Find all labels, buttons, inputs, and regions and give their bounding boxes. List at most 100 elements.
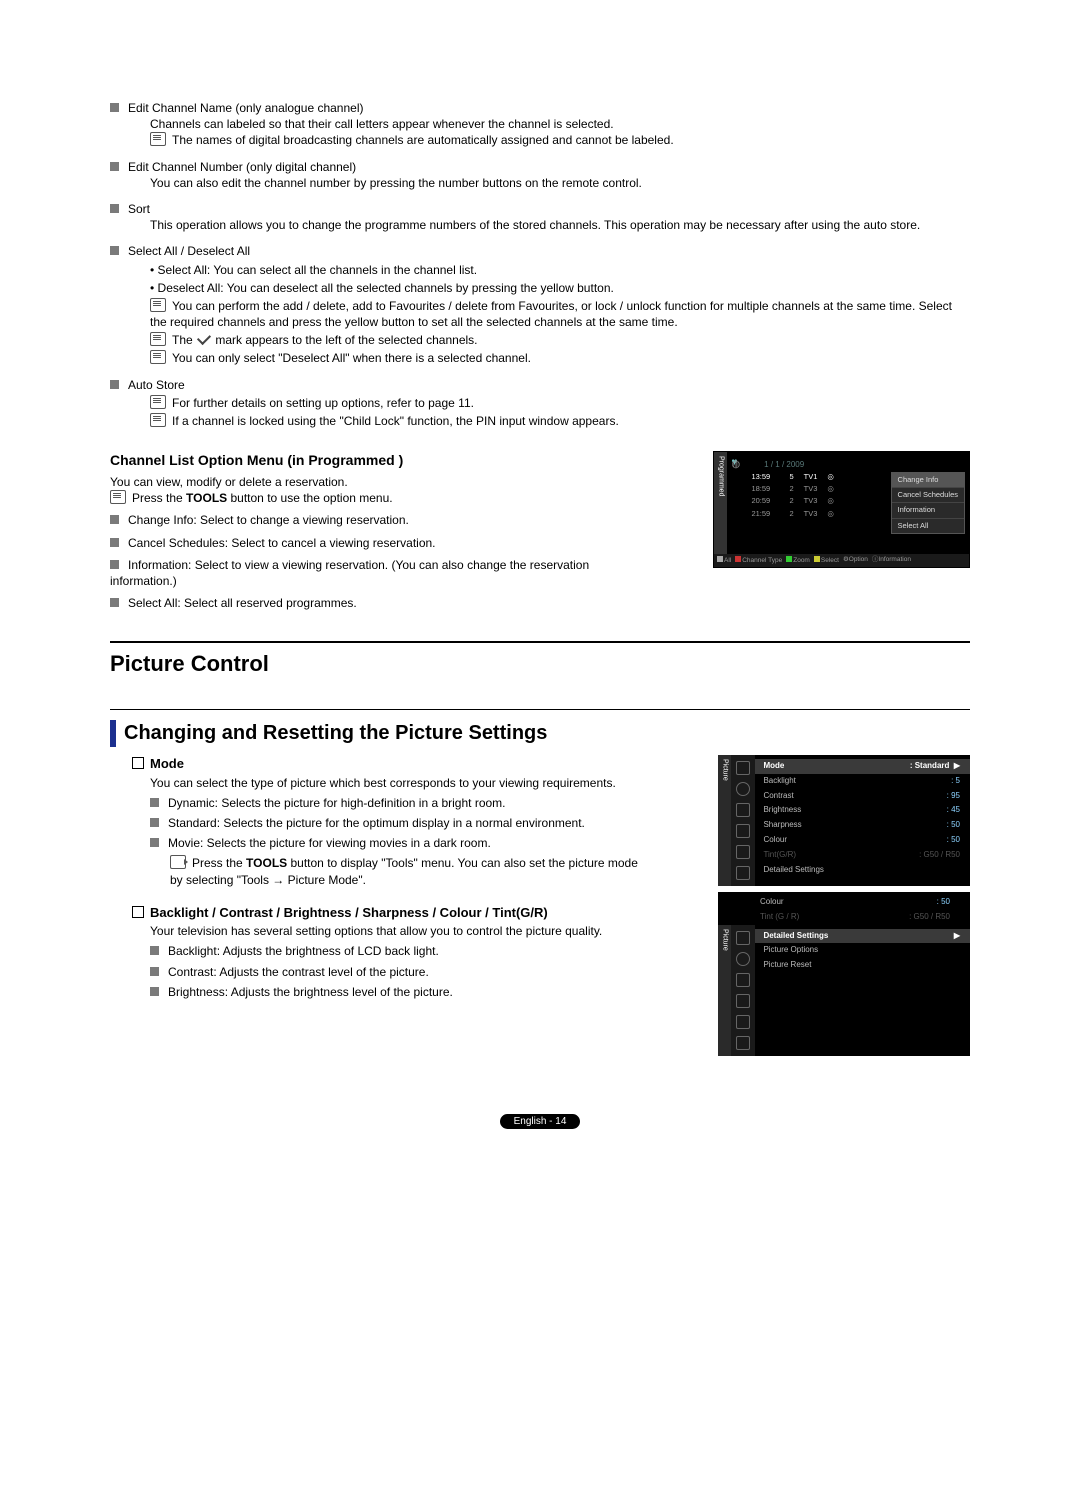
drop-icon bbox=[736, 803, 750, 817]
bcb-item: Contrast: Adjusts the contrast level of … bbox=[150, 964, 640, 980]
item-desc: You can also edit the channel number by … bbox=[150, 175, 970, 191]
square-bullet-icon bbox=[110, 380, 119, 389]
item-title: Sort bbox=[128, 202, 150, 216]
menu-iconcol bbox=[731, 755, 755, 886]
note-icon bbox=[150, 132, 166, 146]
page-footer: English - 14 bbox=[110, 1112, 970, 1129]
gear-icon bbox=[736, 824, 750, 838]
sub-bullet: Deselect All: You can deselect all the s… bbox=[150, 280, 970, 296]
programmed-screenshot: Programmed ♥ ◍1 / 1 / 2009 13:595TV1◎ 18… bbox=[713, 451, 970, 568]
mode-item: Standard: Selects the picture for the op… bbox=[150, 815, 640, 831]
note-icon bbox=[110, 490, 126, 504]
square-bullet-icon bbox=[150, 987, 159, 996]
input-icon bbox=[736, 1015, 750, 1029]
note-icon bbox=[150, 413, 166, 427]
support-icon bbox=[736, 866, 750, 880]
menu-row: Colour: 50 bbox=[755, 833, 970, 848]
menu-tab: Picture bbox=[718, 755, 731, 886]
mode-item: Dynamic: Selects the picture for high-de… bbox=[150, 795, 640, 811]
menu-row: Sharpness: 50 bbox=[755, 818, 970, 833]
prog-item: Information: Select to view a viewing re… bbox=[110, 557, 610, 589]
note-icon bbox=[150, 350, 166, 364]
square-bullet-icon bbox=[150, 946, 159, 955]
check-icon bbox=[197, 331, 211, 345]
item-title: Edit Channel Number (only digital channe… bbox=[128, 160, 356, 174]
globe-icon: ◍ bbox=[731, 459, 740, 470]
item-edit-channel-number: Edit Channel Number (only digital channe… bbox=[110, 159, 970, 191]
bcb-item: Backlight: Adjusts the brightness of LCD… bbox=[150, 943, 640, 959]
circle-icon bbox=[736, 782, 750, 796]
menu-row: Detailed Settings▶ bbox=[755, 929, 970, 944]
item-title: Edit Channel Name (only analogue channel… bbox=[128, 101, 363, 115]
item-desc: This operation allows you to change the … bbox=[150, 217, 970, 233]
prog-item: Select All: Select all reserved programm… bbox=[110, 595, 970, 611]
menu-row: Colour: 50 bbox=[752, 895, 960, 910]
menu-screenshot: Picture Mode: Standard ▶ Backlight: 5 Co… bbox=[718, 755, 970, 886]
sched-date: 1 / 1 / 2009 bbox=[764, 460, 804, 469]
note-line: You can only select "Deselect All" when … bbox=[150, 350, 970, 366]
square-bullet-icon bbox=[110, 538, 119, 547]
note-icon bbox=[150, 332, 166, 346]
sched-popup: Change Info Cancel Schedules Information… bbox=[891, 472, 965, 534]
item-edit-channel-name: Edit Channel Name (only analogue channel… bbox=[110, 100, 970, 149]
hr-thick bbox=[110, 641, 970, 643]
tv-icon bbox=[736, 931, 750, 945]
square-bullet-icon bbox=[110, 162, 119, 171]
menu-row: Tint (G / R): G50 / R50 bbox=[752, 910, 960, 925]
square-bullet-icon bbox=[110, 515, 119, 524]
note-line: You can perform the add / delete, add to… bbox=[150, 298, 970, 330]
tools-icon bbox=[170, 855, 186, 869]
menu-tab: Picture bbox=[718, 925, 731, 1056]
item-select-all: Select All / Deselect All Select All: Yo… bbox=[110, 243, 970, 366]
square-bullet-icon bbox=[150, 818, 159, 827]
note-icon bbox=[150, 298, 166, 312]
square-bullet-icon bbox=[110, 246, 119, 255]
tv-icon bbox=[736, 761, 750, 775]
square-bullet-icon bbox=[150, 798, 159, 807]
item-auto-store: Auto Store For further details on settin… bbox=[110, 377, 970, 430]
chevron-right-icon: ▶ bbox=[954, 931, 960, 942]
sched-footer: All Channel Type Zoom Select ⚙Option ⓘIn… bbox=[714, 554, 969, 568]
bcb-item: Brightness: Adjusts the brightness level… bbox=[150, 984, 640, 1000]
popup-item: Select All bbox=[892, 519, 964, 533]
chevron-right-icon: ▶ bbox=[954, 761, 960, 770]
checkbox-icon bbox=[132, 757, 144, 769]
note-icon bbox=[150, 395, 166, 409]
menu-row: Tint(G/R): G50 / R50 bbox=[755, 848, 970, 863]
item-title: Auto Store bbox=[128, 378, 185, 392]
note-line: The names of digital broadcasting channe… bbox=[150, 132, 970, 148]
circle-icon bbox=[736, 952, 750, 966]
mode-item: Movie: Selects the picture for viewing m… bbox=[150, 835, 640, 851]
gear-icon bbox=[736, 994, 750, 1008]
square-bullet-icon bbox=[110, 560, 119, 569]
picture-control-heading: Picture Control bbox=[110, 649, 970, 679]
item-title: Select All / Deselect All bbox=[128, 244, 250, 258]
square-bullet-icon bbox=[150, 838, 159, 847]
menu-row: Contrast: 95 bbox=[755, 789, 970, 804]
popup-item: Information bbox=[892, 503, 964, 518]
tools-note: Press the TOOLS button to display "Tools… bbox=[170, 855, 640, 887]
square-bullet-icon bbox=[110, 103, 119, 112]
hr-thin bbox=[110, 709, 970, 710]
square-bullet-icon bbox=[150, 967, 159, 976]
note-line: If a channel is locked using the "Child … bbox=[150, 413, 970, 429]
checkbox-icon bbox=[132, 906, 144, 918]
popup-item: Cancel Schedules bbox=[892, 488, 964, 503]
sched-tab: Programmed bbox=[714, 452, 727, 554]
menu-row: Detailed Settings bbox=[755, 863, 970, 878]
item-desc: Channels can labeled so that their call … bbox=[150, 116, 970, 132]
note-line: The mark appears to the left of the sele… bbox=[150, 332, 970, 348]
picture-menu-screenshots: Picture Mode: Standard ▶ Backlight: 5 Co… bbox=[718, 755, 970, 1062]
changing-heading: Changing and Resetting the Picture Setti… bbox=[110, 720, 970, 747]
sub-bullet: Select All: You can select all the chann… bbox=[150, 262, 970, 278]
square-bullet-icon bbox=[110, 598, 119, 607]
input-icon bbox=[736, 845, 750, 859]
menu-screenshot: Colour: 50 Tint (G / R): G50 / R50 Pictu… bbox=[718, 892, 970, 1056]
square-bullet-icon bbox=[110, 204, 119, 213]
mode-intro: You can select the type of picture which… bbox=[150, 775, 640, 791]
menu-row: Picture Options bbox=[755, 943, 970, 958]
menu-row: Picture Reset bbox=[755, 958, 970, 973]
drop-icon bbox=[736, 973, 750, 987]
menu-row: Mode: Standard ▶ bbox=[755, 759, 970, 774]
menu-row: Brightness: 45 bbox=[755, 803, 970, 818]
